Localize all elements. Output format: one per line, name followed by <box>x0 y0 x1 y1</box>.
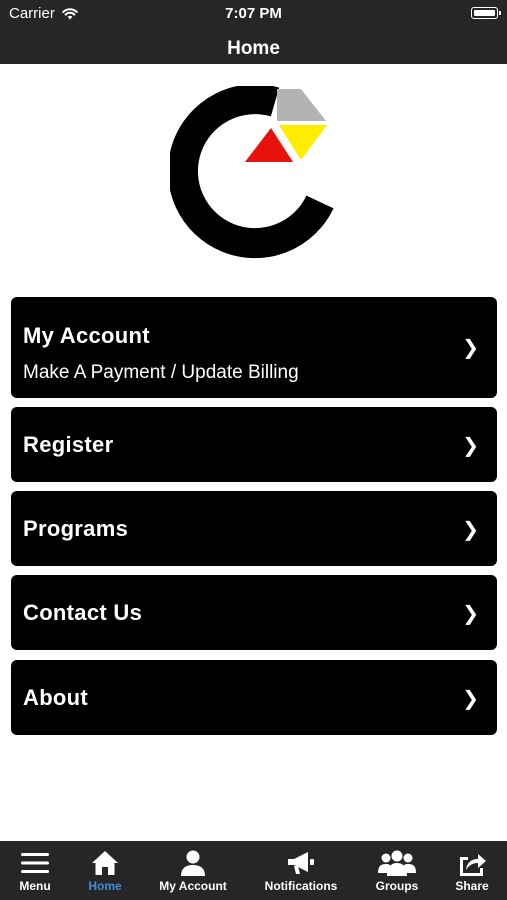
menu-item-title: My Account <box>23 323 150 348</box>
menu-item-title: Register <box>23 432 114 457</box>
menu-item-title: Programs <box>23 516 129 541</box>
tab-my-account[interactable]: My Account <box>148 841 238 900</box>
chevron-right-icon: ❯ <box>462 435 479 457</box>
groups-icon <box>378 850 416 876</box>
tab-bar: Menu Home My Account Notifications Group… <box>0 841 507 900</box>
tab-label: Share <box>455 879 489 893</box>
tab-label: Home <box>88 879 122 893</box>
tab-menu[interactable]: Menu <box>0 841 70 900</box>
tab-home[interactable]: Home <box>70 841 140 900</box>
share-icon <box>460 854 486 876</box>
home-icon <box>92 851 118 875</box>
chevron-right-icon: ❯ <box>462 337 479 359</box>
battery-icon <box>471 7 501 19</box>
menu-item-title: About <box>23 685 89 710</box>
menu-item-about[interactable]: About ❯ <box>11 660 497 735</box>
tab-label: Notifications <box>264 879 338 893</box>
tab-share[interactable]: Share <box>437 841 507 900</box>
top-bar: Carrier 7:07 PM Home <box>0 0 507 64</box>
tab-groups[interactable]: Groups <box>362 841 432 900</box>
app-logo <box>170 86 334 259</box>
chevron-right-icon: ❯ <box>462 519 479 541</box>
status-time: 7:07 PM <box>225 5 282 22</box>
menu-icon <box>21 853 49 873</box>
person-icon <box>181 850 205 876</box>
tab-label: Groups <box>375 879 419 893</box>
menu-item-subtitle: Make A Payment / Update Billing <box>23 362 299 383</box>
menu-item-register[interactable]: Register ❯ <box>11 407 497 482</box>
tab-notifications[interactable]: Notifications <box>255 841 347 900</box>
menu-item-my-account[interactable]: My Account Make A Payment / Update Billi… <box>11 297 497 398</box>
menu-item-contact-us[interactable]: Contact Us ❯ <box>11 575 497 650</box>
chevron-right-icon: ❯ <box>462 603 479 625</box>
tab-label: My Account <box>159 879 227 893</box>
menu-item-title: Contact Us <box>23 600 143 625</box>
page-title: Home <box>227 38 280 59</box>
menu-item-programs[interactable]: Programs ❯ <box>11 491 497 566</box>
tab-label: Menu <box>19 879 51 893</box>
megaphone-icon <box>288 852 314 874</box>
chevron-right-icon: ❯ <box>462 688 479 710</box>
